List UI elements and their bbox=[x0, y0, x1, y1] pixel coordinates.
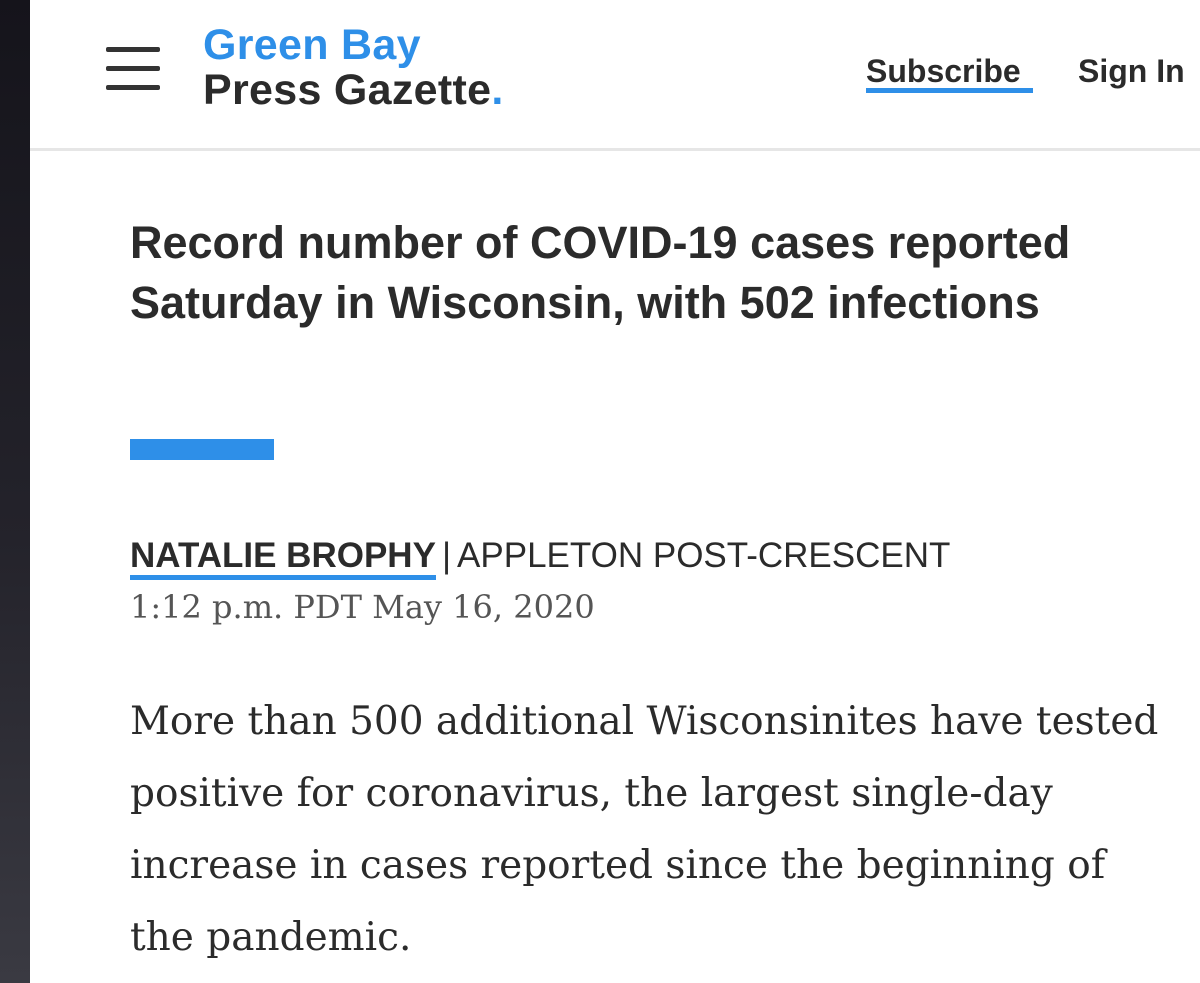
site-logo[interactable]: Green Bay Press Gazette. bbox=[203, 24, 504, 112]
logo-dot: . bbox=[491, 66, 504, 114]
hamburger-menu-icon[interactable] bbox=[106, 47, 162, 93]
logo-line-green-bay: Green Bay bbox=[203, 21, 421, 69]
menu-bar-bottom bbox=[106, 85, 160, 90]
publication-source: APPLETON POST-CRESCENT bbox=[457, 536, 951, 575]
logo-line-press-gazette: Press Gazette. bbox=[203, 69, 504, 112]
subscribe-underline bbox=[866, 88, 1033, 93]
menu-bar-top bbox=[106, 47, 160, 52]
article-headline: Record number of COVID-19 cases reported… bbox=[130, 217, 1071, 328]
sign-in-link[interactable]: Sign In bbox=[1078, 53, 1185, 90]
device-edge bbox=[0, 0, 30, 983]
article-timestamp: 1:12 p.m. PDT May 16, 2020 bbox=[130, 588, 595, 626]
subscribe-link[interactable]: Subscribe bbox=[866, 53, 1021, 90]
headline-accent-bar bbox=[130, 439, 274, 460]
article-lead-paragraph: More than 500 additional Wisconsinites h… bbox=[130, 699, 1159, 960]
menu-bar-middle bbox=[106, 66, 160, 71]
byline-separator: | bbox=[441, 536, 452, 575]
article-byline: NATALIE BROPHY | APPLETON POST-CRESCENT bbox=[130, 534, 951, 580]
header-divider bbox=[30, 148, 1200, 151]
logo-line-press-gazette-text: Press Gazette bbox=[203, 66, 492, 114]
author-link[interactable]: NATALIE BROPHY bbox=[130, 536, 436, 580]
